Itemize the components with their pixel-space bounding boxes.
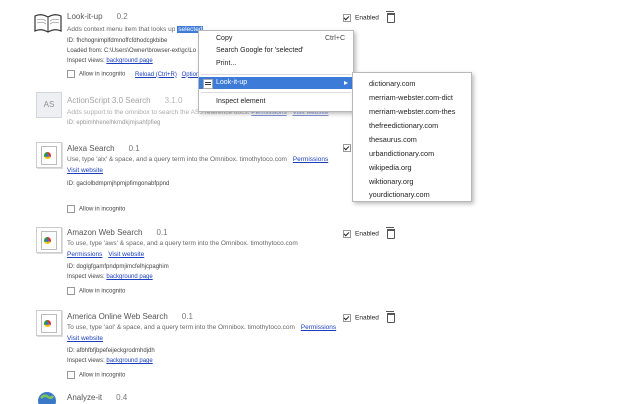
extension-id: ID: epbimhhenelhkmdkjmjsahfpfieg (67, 120, 161, 126)
menu-item-label: Look-it-up (216, 79, 248, 86)
extension-title: America Online Web Search (67, 312, 168, 321)
visit-website-link[interactable]: Visit website (67, 167, 103, 174)
extension-title: ActionScript 3.0 Search (67, 96, 151, 105)
submenu-item-dictionary[interactable]: dictionary.com (369, 79, 416, 88)
background-page-link[interactable]: background page (106, 358, 152, 364)
search-extension-icon (36, 310, 62, 336)
submenu-item-wikipedia[interactable]: wikipedia.org (369, 163, 412, 172)
extension-title: Look-it-up (67, 12, 103, 21)
incognito-checkbox[interactable] (67, 205, 75, 213)
submenu-item-merriam-webster-dict[interactable]: merriam-webster.com-dict (369, 93, 453, 102)
search-extension-icon (36, 142, 62, 168)
submenu-item-wiktionary[interactable]: wiktionary.org (369, 177, 413, 186)
menu-item-search-google[interactable]: Search Google for 'selected' (199, 45, 353, 57)
incognito-checkbox[interactable] (67, 371, 75, 379)
visit-website-link[interactable]: Visit website (67, 335, 103, 342)
menu-separator (201, 74, 351, 75)
look-it-up-submenu: dictionary.com merriam-webster.com-dict … (352, 72, 472, 202)
inspect-views-label: Inspect views: (67, 358, 105, 364)
menu-item-shortcut: Ctrl+C (324, 35, 345, 42)
incognito-checkbox[interactable] (67, 70, 75, 78)
extension-version: 0.4 (116, 393, 128, 402)
trash-icon[interactable] (386, 227, 395, 239)
background-page-link[interactable]: background page (106, 274, 152, 280)
book-icon (203, 79, 213, 89)
enabled-checkbox[interactable] (343, 144, 351, 152)
menu-item-label: Print... (216, 60, 237, 67)
search-extension-icon (36, 227, 62, 253)
submenu-item-merriam-webster-thes[interactable]: merriam-webster.com-thes (369, 107, 455, 116)
submenu-item-urbandictionary[interactable]: urbandictionary.com (369, 149, 434, 158)
extension-version: 0.1 (181, 312, 193, 321)
submenu-arrow-icon (344, 81, 348, 85)
extension-id: ID: fhchognimplfdmnoffcfdhodcgkbibe (67, 38, 168, 44)
incognito-checkbox[interactable] (67, 287, 75, 295)
permissions-link[interactable]: Permissions (301, 324, 336, 331)
extension-description: Use, type 'alx' & space, and a query ter… (67, 156, 287, 163)
enabled-checkbox[interactable] (343, 14, 351, 22)
menu-item-look-it-up[interactable]: Look-it-up (199, 77, 353, 89)
menu-item-label: Copy (216, 35, 233, 42)
extension-description: To use, type 'aws' & space, and a query … (67, 240, 298, 247)
menu-item-label: Search Google for 'selected' (216, 47, 304, 54)
menu-item-print[interactable]: Print... (199, 58, 353, 70)
book-icon (34, 14, 62, 33)
incognito-label: Allow in incognito (79, 71, 126, 78)
enabled-label: Enabled (355, 14, 379, 22)
enabled-label: Enabled (355, 314, 379, 322)
submenu-item-yourdictionary[interactable]: yourdictionary.com (369, 190, 430, 199)
extension-version: 3.1.0 (164, 96, 183, 105)
globe-icon (38, 392, 56, 404)
extension-description: Adds context menu item that looks up (67, 26, 176, 33)
extension-title: Amazon Web Search (67, 228, 143, 237)
actionscript-icon: AS (36, 92, 62, 118)
inspect-views-label: Inspect views: (67, 274, 105, 280)
extension-version: 0.1 (128, 144, 140, 153)
extension-id: ID: gaclolbdmpmjhpmjpfimgonabfppnd (67, 181, 170, 187)
menu-item-inspect-element[interactable]: Inspect element (199, 96, 353, 108)
extension-id: ID: doglgfgamfpndpmjimcfelhjcpaghim (67, 264, 169, 270)
submenu-item-thesaurus[interactable]: thesaurus.com (369, 135, 417, 144)
permissions-link[interactable]: Permissions (67, 251, 102, 258)
menu-item-label: Inspect element (216, 98, 266, 105)
incognito-label: Allow in incognito (79, 372, 126, 379)
extension-loaded-from: Loaded from: C:\Users\Owner\browser-ext\… (67, 48, 197, 54)
extension-title: Analyze-it (67, 393, 103, 402)
inspect-views-label: Inspect views: (67, 58, 105, 64)
enabled-checkbox[interactable] (343, 314, 351, 322)
trash-icon[interactable] (386, 11, 395, 23)
context-menu: Copy Ctrl+C Search Google for 'selected'… (198, 30, 354, 112)
menu-separator (201, 92, 351, 93)
extension-id: ID: afbhfbfjbpefeijeckgrodmhdjdh (67, 348, 155, 354)
incognito-label: Allow in incognito (79, 288, 126, 295)
trash-icon[interactable] (386, 311, 395, 323)
extension-description: To use, type 'aol' & space, and a query … (67, 324, 295, 331)
incognito-label: Allow in incognito (79, 206, 126, 213)
submenu-item-thefreedictionary[interactable]: thefreedictionary.com (369, 121, 438, 130)
extension-title: Alexa Search (67, 144, 115, 153)
enabled-checkbox[interactable] (343, 230, 351, 238)
permissions-link[interactable]: Permissions (293, 156, 328, 163)
background-page-link[interactable]: background page (106, 58, 152, 64)
extension-version: 0.1 (156, 228, 168, 237)
menu-item-copy[interactable]: Copy Ctrl+C (199, 33, 353, 45)
reload-link[interactable]: Reload (Ctrl+R) (135, 72, 177, 78)
extension-version: 0.2 (116, 12, 128, 21)
visit-website-link[interactable]: Visit website (108, 251, 144, 258)
enabled-label: Enabled (355, 230, 379, 238)
